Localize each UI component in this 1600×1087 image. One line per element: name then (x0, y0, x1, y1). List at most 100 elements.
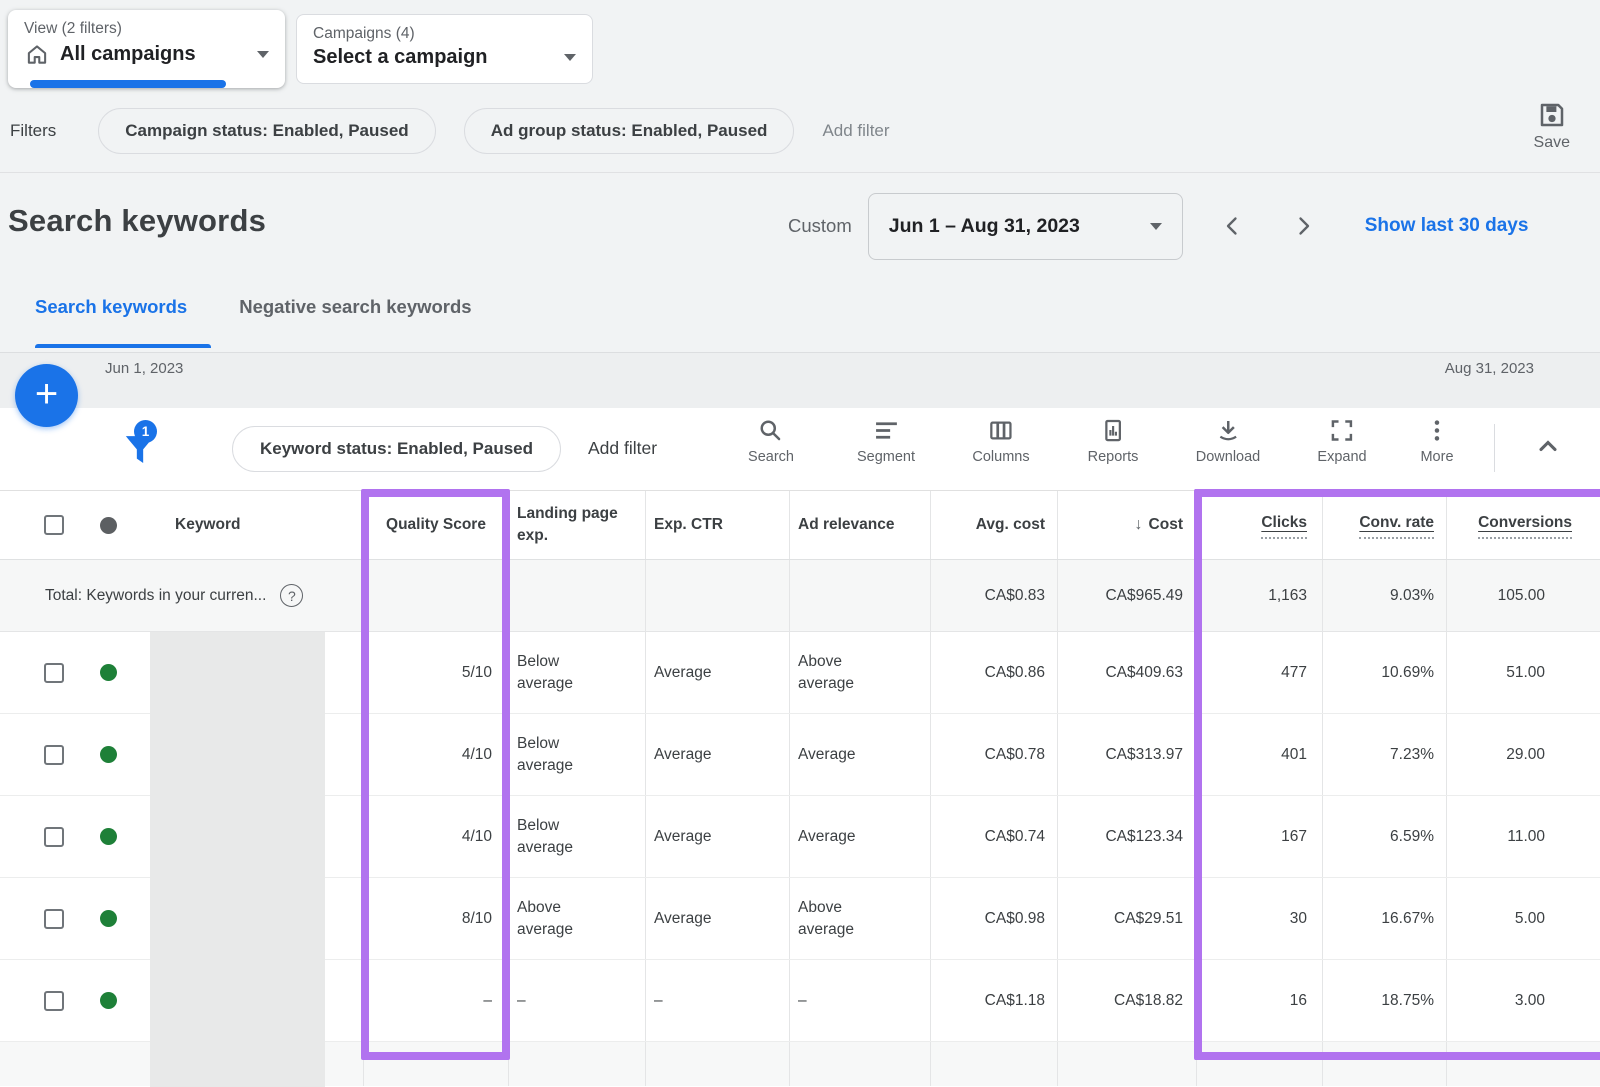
home-icon (24, 41, 50, 67)
avg-cost-cell: CA$1.18 (930, 960, 1057, 1041)
select-all-checkbox[interactable] (44, 515, 64, 535)
ad-relevance-cell: – (789, 960, 930, 1041)
expand-label: Expand (1317, 449, 1366, 465)
header-keyword[interactable]: Keyword (175, 514, 240, 536)
row-checkbox[interactable] (44, 827, 64, 847)
active-tab-indicator (35, 344, 211, 348)
cost-cell: CA$409.63 (1057, 632, 1196, 713)
header-landing-page-exp[interactable]: Landing page exp. (508, 491, 645, 559)
active-filters-button[interactable]: 1 (120, 424, 164, 474)
divider (0, 172, 1600, 173)
more-button[interactable]: More (1420, 417, 1453, 465)
chevron-down-icon (564, 54, 576, 61)
add-filter-button[interactable]: Add filter (822, 121, 889, 141)
clicks-cell: 16 (1196, 960, 1322, 1041)
timeline-start-date: Jun 1, 2023 (105, 360, 183, 377)
segment-button[interactable]: Segment (857, 417, 915, 465)
ad-relevance-cell: Above average (789, 632, 930, 713)
timeline-end-date: Aug 31, 2023 (1445, 360, 1534, 377)
sort-descending-icon: ↓ (1135, 514, 1143, 536)
save-icon (1537, 100, 1567, 130)
header-avg-cost[interactable]: Avg. cost (930, 491, 1057, 559)
status-enabled-icon (100, 910, 117, 927)
row-checkbox[interactable] (44, 663, 64, 683)
table-total-row: Total: Keywords in your curren... ? CA$0… (0, 560, 1600, 632)
avg-cost-cell: CA$0.74 (930, 796, 1057, 877)
row-checkbox[interactable] (44, 991, 64, 1011)
columns-label: Columns (972, 449, 1029, 465)
exp-ctr-cell: – (645, 960, 789, 1041)
filters-bar: Filters Campaign status: Enabled, Paused… (10, 108, 890, 154)
view-selector-value: All campaigns (60, 43, 196, 66)
tab-search-keywords[interactable]: Search keywords (35, 296, 187, 318)
top-bar: View (2 filters) All campaigns Campaigns… (0, 0, 1600, 352)
reports-label: Reports (1088, 449, 1139, 465)
conv-rate-cell: 10.69% (1322, 632, 1446, 713)
search-button[interactable]: Search (748, 417, 794, 465)
header-ad-relevance[interactable]: Ad relevance (789, 491, 930, 559)
save-button[interactable]: Save (1534, 100, 1570, 152)
expand-icon (1329, 417, 1356, 444)
campaign-selector[interactable]: Campaigns (4) Select a campaign (296, 14, 593, 84)
quality-score-cell: 8/10 (363, 878, 508, 959)
toolbar-add-filter-button[interactable]: Add filter (588, 438, 657, 459)
view-active-indicator (30, 80, 226, 88)
tab-negative-search-keywords[interactable]: Negative search keywords (239, 296, 471, 318)
avg-cost-cell: CA$0.98 (930, 878, 1057, 959)
header-exp-ctr[interactable]: Exp. CTR (645, 491, 789, 559)
total-conv-rate: 9.03% (1322, 560, 1446, 631)
collapse-table-button[interactable] (1534, 432, 1562, 460)
landing-page-exp-cell: Below average (508, 632, 645, 713)
divider (1494, 424, 1495, 472)
total-cost: CA$965.49 (1057, 560, 1196, 631)
date-range-value: Jun 1 – Aug 31, 2023 (889, 215, 1080, 238)
table-toolbar: 1 Keyword status: Enabled, Paused Add fi… (0, 408, 1600, 490)
quality-score-cell: 4/10 (363, 714, 508, 795)
header-cost-sorted[interactable]: ↓ Cost (1057, 491, 1196, 559)
segment-icon (872, 417, 899, 444)
date-range-cluster: Custom Jun 1 – Aug 31, 2023 Show last 30… (788, 192, 1528, 260)
header-conv-rate[interactable]: Conv. rate (1322, 491, 1446, 559)
landing-page-exp-cell: Below average (508, 796, 645, 877)
campaign-status-filter-chip[interactable]: Campaign status: Enabled, Paused (98, 108, 435, 154)
adgroup-status-filter-chip[interactable]: Ad group status: Enabled, Paused (464, 108, 795, 154)
conversions-cell: 5.00 (1446, 878, 1600, 959)
clicks-cell: 30 (1196, 878, 1322, 959)
header-clicks[interactable]: Clicks (1196, 491, 1322, 559)
reports-button[interactable]: Reports (1088, 417, 1139, 465)
show-last-30-days-link[interactable]: Show last 30 days (1365, 215, 1529, 237)
keywords-table: Keyword Quality Score Landing page exp. … (0, 490, 1600, 1087)
view-selector[interactable]: View (2 filters) All campaigns (8, 10, 285, 88)
landing-page-exp-cell: Below average (508, 714, 645, 795)
conv-rate-cell: 6.59% (1322, 796, 1446, 877)
add-keyword-fab[interactable]: + (15, 364, 78, 427)
status-enabled-icon (100, 828, 117, 845)
cost-cell: CA$18.82 (1057, 960, 1196, 1041)
header-quality-score[interactable]: Quality Score (363, 491, 508, 559)
columns-button[interactable]: Columns (972, 417, 1029, 465)
previous-period-button[interactable] (1221, 214, 1245, 238)
header-conversions[interactable]: Conversions (1446, 491, 1600, 559)
search-label: Search (748, 449, 794, 465)
download-button[interactable]: Download (1196, 417, 1261, 465)
date-timeline-strip: Jun 1, 2023 Aug 31, 2023 (0, 352, 1600, 408)
chevron-up-icon (1534, 432, 1562, 460)
cost-cell: CA$123.34 (1057, 796, 1196, 877)
expand-button[interactable]: Expand (1317, 417, 1366, 465)
chevron-down-icon (1150, 223, 1162, 230)
conversions-cell: 51.00 (1446, 632, 1600, 713)
landing-page-exp-cell: Above average (508, 878, 645, 959)
tab-bar: Search keywords Negative search keywords (35, 296, 472, 318)
quality-score-cell: 4/10 (363, 796, 508, 877)
segment-label: Segment (857, 449, 915, 465)
help-icon[interactable]: ? (280, 584, 303, 607)
more-label: More (1420, 449, 1453, 465)
row-checkbox[interactable] (44, 909, 64, 929)
row-checkbox[interactable] (44, 745, 64, 765)
next-period-button[interactable] (1291, 214, 1315, 238)
campaign-selector-value: Select a campaign (313, 46, 488, 69)
date-range-picker[interactable]: Jun 1 – Aug 31, 2023 (868, 193, 1183, 260)
filter-count-badge: 1 (134, 420, 157, 443)
ad-relevance-cell: Average (789, 796, 930, 877)
keyword-status-filter-chip[interactable]: Keyword status: Enabled, Paused (232, 426, 561, 472)
